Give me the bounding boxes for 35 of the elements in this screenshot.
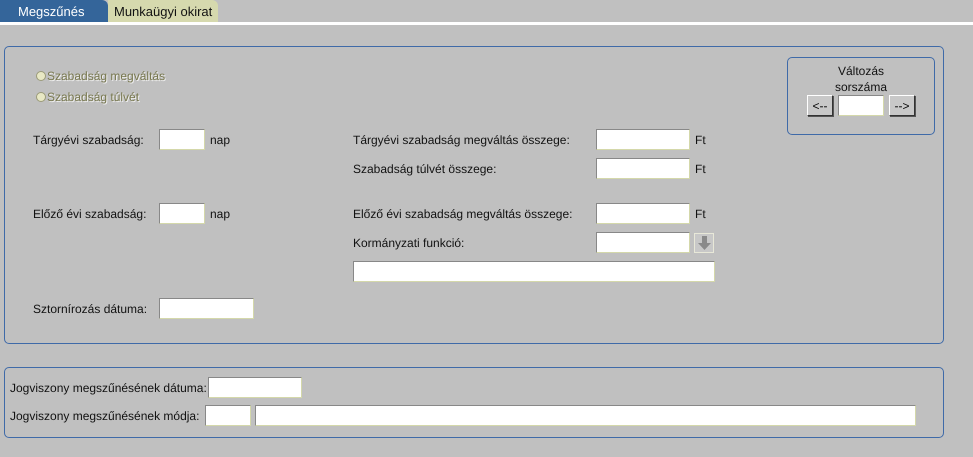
tab[interactable]: Munkaügyi okirat	[108, 0, 218, 22]
date-field[interactable]	[208, 377, 302, 398]
input-field[interactable]	[159, 203, 205, 224]
next-button[interactable]: -->	[889, 95, 915, 116]
amount-field[interactable]	[596, 129, 690, 150]
date-field[interactable]	[159, 298, 254, 319]
amount-field[interactable]	[596, 203, 690, 224]
unit-label: Ft	[695, 162, 706, 176]
previous-button[interactable]: <--	[807, 95, 833, 116]
amount-field[interactable]	[596, 158, 690, 179]
field-label: Előző évi szabadság:	[33, 206, 148, 220]
unit-label: Ft	[695, 206, 706, 220]
lookup-button[interactable]	[694, 232, 714, 252]
field-label: Tárgyévi szabadság megváltás összege:	[353, 132, 571, 146]
code-field[interactable]	[205, 405, 252, 426]
unit-label: Ft	[695, 132, 706, 146]
radio-label: Szabadság megváltás	[47, 69, 166, 83]
unit-label: nap	[210, 132, 230, 146]
tab[interactable]: Megszűnés	[0, 0, 108, 22]
input-field[interactable]	[159, 129, 205, 150]
field-label: Sztornírozás dátuma:	[33, 302, 148, 316]
field-label: Jogviszony megszűnésének módja:	[10, 408, 200, 422]
code-field[interactable]	[596, 232, 690, 253]
description-field[interactable]	[353, 261, 715, 282]
field-label: Kormányzati funkció:	[353, 236, 466, 250]
counter-title: Változás sorszáma	[834, 63, 888, 95]
unit-label: nap	[210, 206, 230, 220]
field-label: Szabadság túlvét összege:	[353, 162, 498, 176]
field-label: Előző évi szabadság megváltás összege:	[353, 206, 574, 220]
down-arrow-icon	[698, 236, 710, 250]
radio-label: Szabadság túlvét	[47, 90, 140, 104]
field-label: Jogviszony megszűnésének dátuma:	[10, 380, 207, 394]
description-field[interactable]	[255, 405, 916, 426]
field-label: Tárgyévi szabadság:	[33, 132, 145, 146]
counter-field[interactable]	[838, 95, 884, 116]
